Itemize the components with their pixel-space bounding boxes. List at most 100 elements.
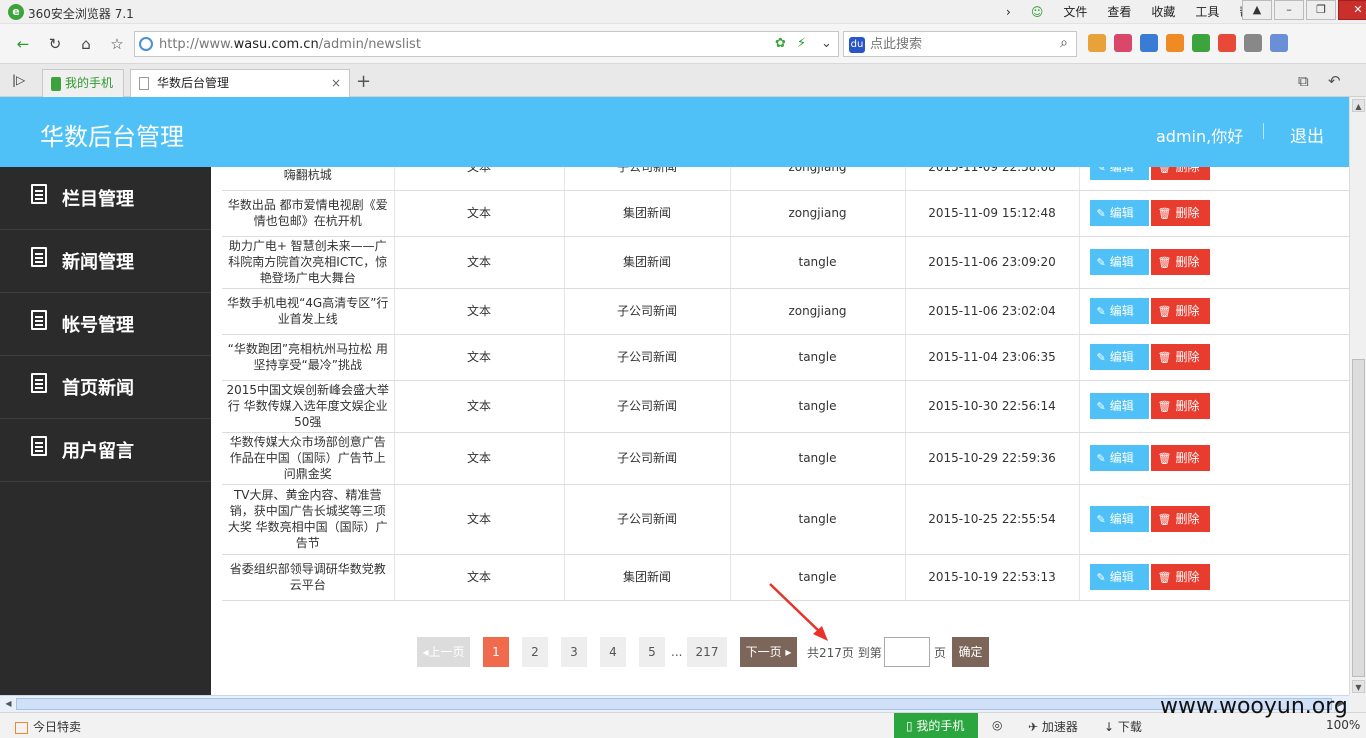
chevron-right-icon[interactable]: ›	[996, 5, 1021, 19]
back-icon[interactable]: ←	[12, 33, 34, 55]
undo-icon[interactable]: ↶	[1328, 72, 1341, 90]
edit-button[interactable]: ✎编辑	[1089, 298, 1149, 324]
home-icon[interactable]: ⌂	[75, 33, 97, 55]
shirt-icon[interactable]: ▲	[1242, 0, 1272, 20]
search-icon[interactable]: ⌕	[1060, 35, 1068, 51]
accelerator-button[interactable]: ✈ 加速器	[1028, 718, 1078, 735]
daily-deal-link[interactable]: 今日特卖	[15, 718, 81, 735]
delete-button[interactable]: 🗑删除	[1150, 393, 1210, 419]
news-type-cell: 文本	[394, 484, 565, 555]
delete-button[interactable]: 🗑删除	[1150, 298, 1210, 324]
lightning-icon[interactable]: ⚡	[797, 36, 806, 51]
news-actions-cell: ✎编辑🗑删除	[1079, 334, 1349, 381]
delete-button[interactable]: 🗑删除	[1150, 249, 1210, 275]
page-4-button[interactable]: 4	[600, 637, 626, 667]
page-icon	[139, 77, 149, 90]
maximize-button[interactable]: ❐	[1306, 0, 1336, 20]
menu-view[interactable]: 查看	[1097, 3, 1141, 20]
sidebar-item-columns[interactable]: 栏目管理	[0, 167, 211, 230]
news-category-cell: 集团新闻	[564, 190, 731, 237]
minimize-button[interactable]: –	[1274, 0, 1304, 20]
table-row: “华数跑团”亮相杭州马拉松 用坚持享受“最冷”挑战 文本 子公司新闻 tangle 20…	[222, 334, 1349, 381]
user-icon[interactable]: ☺	[1021, 5, 1054, 19]
user-greeting: admin,你好	[1156, 127, 1244, 146]
news-table-body: 中、韩、港台多地明星助阵，嗨翻杭城文本子公司新闻zongjiang2015-11…	[222, 144, 1349, 601]
zoom-level[interactable]: 100%	[1326, 718, 1360, 732]
search-box[interactable]: du ⌕	[843, 31, 1077, 57]
speed-icon[interactable]: ◎	[992, 718, 1002, 732]
game-icon[interactable]	[1218, 34, 1236, 52]
edit-button[interactable]: ✎编辑	[1089, 393, 1149, 419]
sync-icon[interactable]: ✿	[775, 36, 786, 51]
browser-logo-icon: e	[8, 4, 24, 20]
edit-button[interactable]: ✎编辑	[1089, 506, 1149, 532]
tab-admin[interactable]: 华数后台管理 ×	[130, 69, 350, 97]
edit-button[interactable]: ✎编辑	[1089, 249, 1149, 275]
search-input[interactable]	[870, 35, 1040, 53]
news-category-cell: 子公司新闻	[564, 288, 731, 335]
page-1-button[interactable]: 1	[483, 637, 509, 667]
download-button[interactable]: ↓ 下载	[1104, 718, 1142, 735]
sidebar-item-messages[interactable]: 用户留言	[0, 419, 211, 482]
delete-button[interactable]: 🗑删除	[1150, 200, 1210, 226]
sidebar-item-home-news[interactable]: 首页新闻	[0, 356, 211, 419]
trash-icon: 🗑	[1157, 400, 1172, 413]
vertical-scrollbar[interactable]: ▲ ▼	[1349, 97, 1366, 695]
sidebar-item-label: 帐号管理	[62, 315, 134, 336]
edit-button[interactable]: ✎编辑	[1089, 344, 1149, 370]
chevron-down-icon[interactable]: ⌄	[821, 36, 832, 51]
delete-button[interactable]: 🗑删除	[1150, 344, 1210, 370]
delete-button[interactable]: 🗑删除	[1150, 506, 1210, 532]
tab-my-phone[interactable]: 我的手机	[42, 69, 124, 97]
refresh-icon[interactable]: ↻	[44, 33, 66, 55]
screenshot-icon[interactable]	[1244, 34, 1262, 52]
horizontal-scroll-thumb[interactable]	[16, 698, 1332, 710]
news-actions-cell: ✎编辑🗑删除	[1079, 236, 1349, 289]
my-phone-button[interactable]: ▯ 我的手机	[894, 713, 978, 738]
horizontal-scrollbar[interactable]: ◀ ▶	[0, 695, 1349, 712]
menu-favorites[interactable]: 收藏	[1141, 3, 1185, 20]
delete-button[interactable]: 🗑删除	[1150, 445, 1210, 471]
news-category-cell: 子公司新闻	[564, 334, 731, 381]
edit-icon: ✎	[1096, 351, 1106, 364]
news-type-cell: 文本	[394, 380, 565, 433]
sidebar-toggle-icon[interactable]: |▷	[12, 73, 25, 87]
delete-button[interactable]: 🗑删除	[1150, 564, 1210, 590]
sidebar-item-accounts[interactable]: 帐号管理	[0, 293, 211, 356]
menu-tools[interactable]: 工具	[1185, 3, 1229, 20]
page-3-button[interactable]: 3	[561, 637, 587, 667]
star-icon[interactable]: ☆	[106, 33, 128, 55]
logout-link[interactable]: 退出	[1290, 122, 1324, 147]
scroll-down-icon[interactable]: ▼	[1352, 680, 1365, 693]
menu-file[interactable]: 文件	[1053, 3, 1097, 20]
prev-page-button[interactable]: ◂上一页	[417, 637, 470, 667]
page-5-button[interactable]: 5	[639, 637, 665, 667]
news-type-cell: 文本	[394, 432, 565, 485]
flight-icon[interactable]	[1166, 34, 1184, 52]
restore-tabs-icon[interactable]: ⧉	[1298, 72, 1309, 90]
new-tab-button[interactable]: +	[356, 71, 371, 92]
mail-icon[interactable]	[1114, 34, 1132, 52]
browser-menu: › ☺ 文件 查看 收藏 工具 帮助	[996, 3, 1273, 20]
table-row: 华数出品 都市爱情电视剧《爱情也包邮》在杭开机 文本 集团新闻 zongjiang 20…	[222, 190, 1349, 237]
sidebar-item-news[interactable]: 新闻管理	[0, 230, 211, 293]
phone-icon	[51, 76, 61, 91]
shield-icon[interactable]	[1192, 34, 1210, 52]
url-field[interactable]: http://www.wasu.com.cn/admin/newslist ✿ …	[134, 31, 839, 57]
news-icon[interactable]	[1140, 34, 1158, 52]
edit-button[interactable]: ✎编辑	[1089, 445, 1149, 471]
tools-icon[interactable]	[1270, 34, 1288, 52]
close-tab-icon[interactable]: ×	[331, 70, 341, 96]
page-2-button[interactable]: 2	[522, 637, 548, 667]
scroll-left-icon[interactable]: ◀	[2, 698, 15, 710]
page-last-button[interactable]: 217	[687, 637, 727, 667]
page-jump-confirm-button[interactable]: 确定	[952, 637, 989, 667]
sidebar-item-label: 新闻管理	[62, 252, 134, 273]
vertical-scroll-thumb[interactable]	[1352, 359, 1365, 677]
apps-icon[interactable]	[1088, 34, 1106, 52]
scroll-up-icon[interactable]: ▲	[1352, 99, 1365, 112]
edit-button[interactable]: ✎编辑	[1089, 564, 1149, 590]
page-jump-input[interactable]	[884, 637, 930, 667]
edit-button[interactable]: ✎编辑	[1089, 200, 1149, 226]
close-window-button[interactable]: ✕	[1338, 0, 1366, 20]
